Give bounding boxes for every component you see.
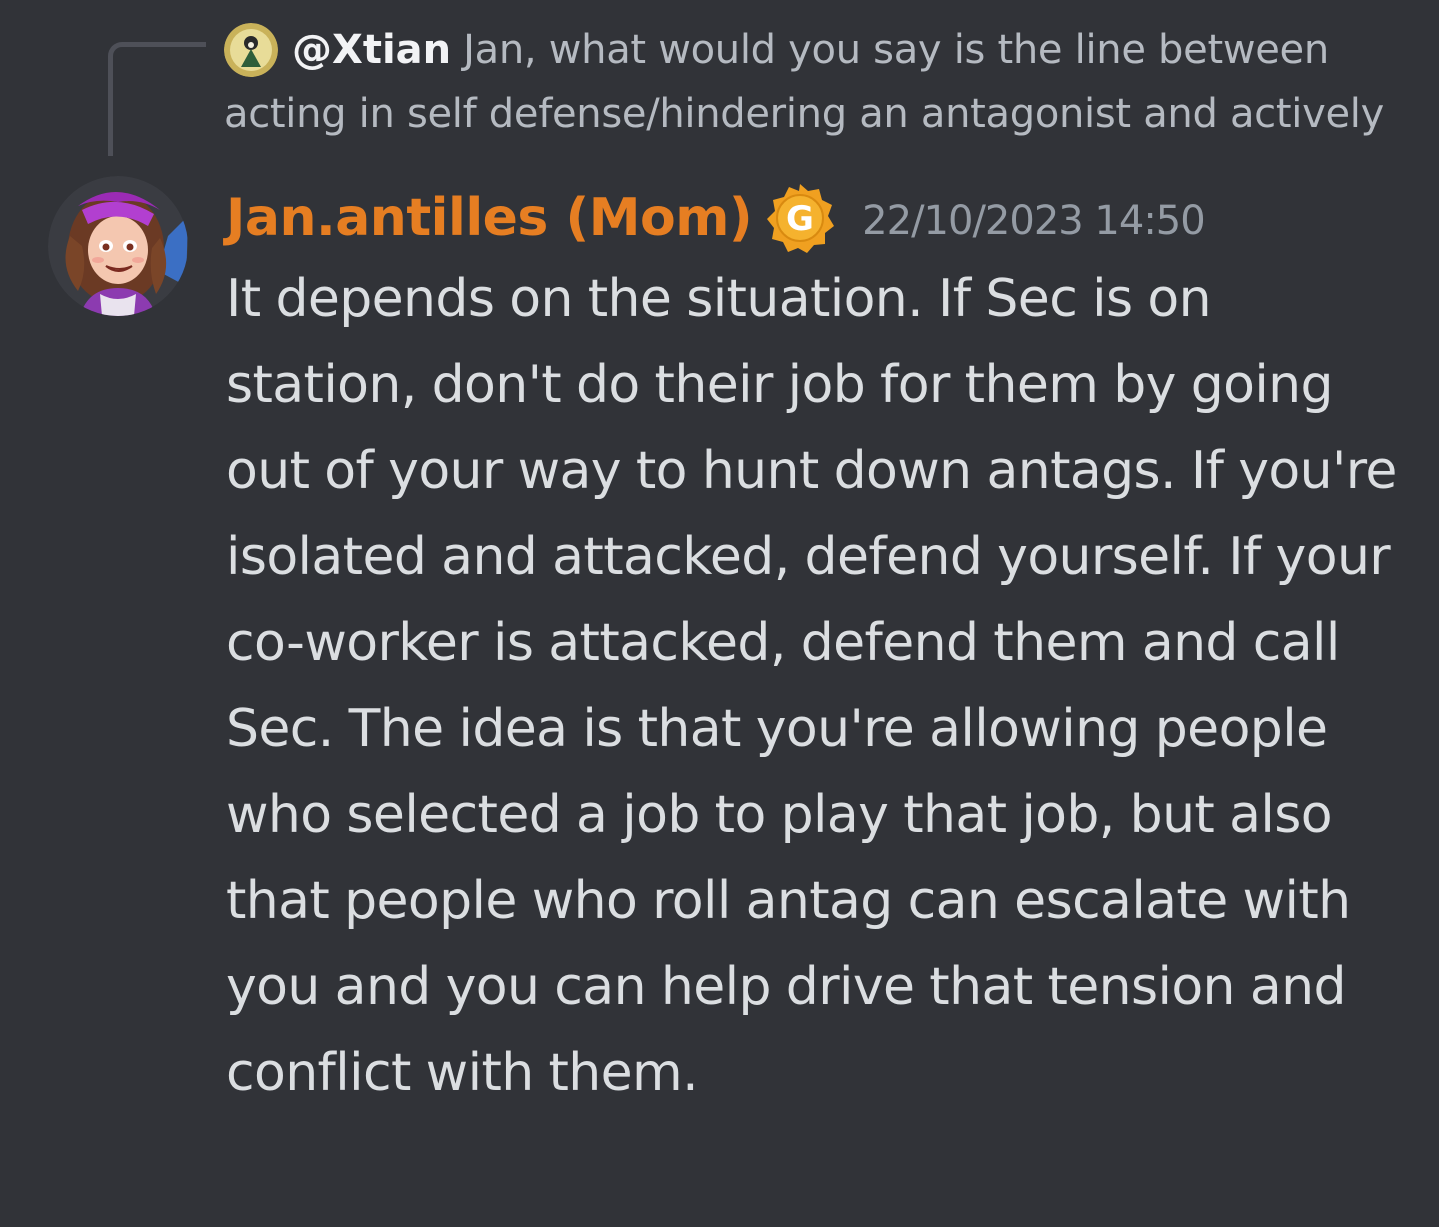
- message-header: Jan.antilles (Mom) G 22/10/2023 14:50: [226, 178, 1206, 258]
- author-avatar-icon[interactable]: [48, 176, 188, 316]
- reply-connector: [108, 42, 206, 156]
- message-timestamp[interactable]: 22/10/2023 14:50: [862, 192, 1206, 244]
- message-content: It depends on the situation. If Sec is o…: [226, 269, 1397, 1103]
- reply-author[interactable]: @Xtian: [292, 27, 451, 73]
- reply-preview[interactable]: @Xtian Jan, what would you say is the lin…: [224, 18, 1414, 146]
- guild-badge-icon[interactable]: G: [764, 182, 836, 254]
- badge-letter: G: [786, 199, 814, 239]
- chat-message: @Xtian Jan, what would you say is the lin…: [0, 0, 1439, 1227]
- author-name[interactable]: Jan.antilles (Mom): [226, 188, 753, 248]
- reply-avatar-icon[interactable]: [224, 23, 278, 77]
